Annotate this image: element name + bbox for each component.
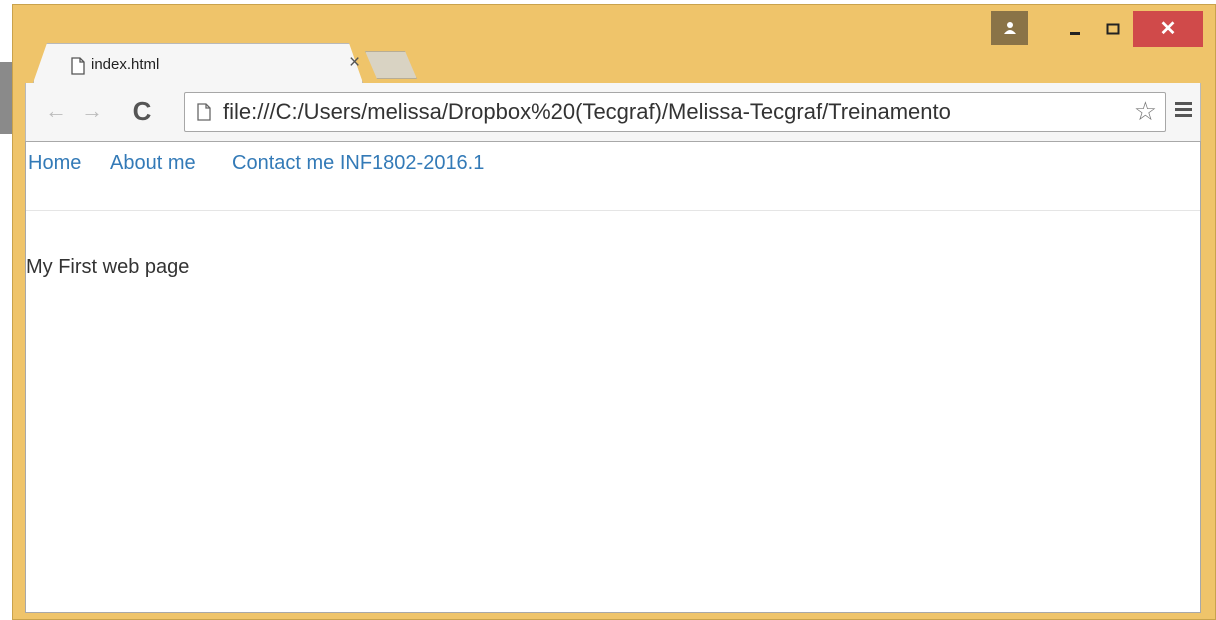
- back-arrow-icon: ←: [45, 98, 67, 123]
- page-body-text: My First web page: [26, 256, 190, 278]
- site-navbar: Home About me Contact me INF1802-2016.1: [26, 142, 1200, 211]
- address-bar[interactable]: file:///C:/Users/melissa/Dropbox%20(Tecg…: [184, 92, 1166, 132]
- maximize-button[interactable]: [1095, 11, 1131, 47]
- tab-title: index.html: [91, 56, 160, 73]
- url-text[interactable]: file:///C:/Users/melissa/Dropbox%20(Tecg…: [223, 99, 1123, 127]
- minimize-icon: [1070, 32, 1080, 35]
- maximize-icon: [1106, 23, 1120, 35]
- new-tab-shape: [365, 51, 417, 79]
- reload-icon: C: [132, 95, 152, 126]
- close-icon: ✕: [1159, 18, 1177, 40]
- desktop-background-left: [0, 0, 12, 620]
- browser-toolbar: ← → C file:///C:/Users/melissa/Dropbox%2…: [25, 83, 1201, 141]
- page-viewport: Home About me Contact me INF1802-2016.1 …: [25, 141, 1201, 613]
- file-icon: [197, 103, 211, 121]
- browser-window: ✕ index.html × ← → C file:///C:/Users/me…: [12, 4, 1216, 620]
- hamburger-menu-icon[interactable]: [1172, 99, 1196, 123]
- page-icon: [71, 57, 85, 75]
- profile-button[interactable]: [991, 11, 1028, 45]
- bookmark-star-icon[interactable]: ☆: [1134, 98, 1157, 124]
- reload-button[interactable]: C: [126, 95, 158, 127]
- nav-link-contact[interactable]: Contact me INF1802-2016.1: [232, 152, 484, 175]
- back-button[interactable]: ←: [40, 95, 72, 127]
- nav-link-about[interactable]: About me: [110, 152, 196, 175]
- minimize-button[interactable]: [1057, 11, 1093, 47]
- forward-arrow-icon: →: [81, 98, 103, 123]
- close-window-button[interactable]: ✕: [1133, 11, 1203, 47]
- tab-index-html[interactable]: index.html ×: [33, 43, 363, 83]
- background-window-edge: [0, 62, 12, 134]
- nav-link-home[interactable]: Home: [28, 152, 81, 175]
- forward-button[interactable]: →: [76, 95, 108, 127]
- tab-close-icon[interactable]: ×: [349, 53, 360, 72]
- user-icon: [1003, 22, 1016, 34]
- new-tab-button[interactable]: [365, 51, 417, 79]
